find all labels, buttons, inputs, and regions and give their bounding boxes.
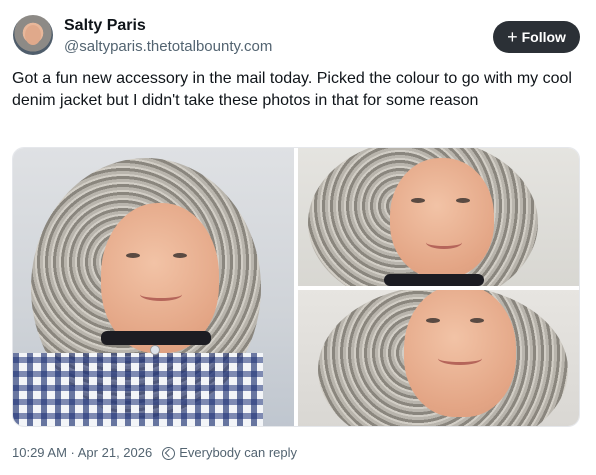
timestamp[interactable]: 10:29 AM · Apr 21, 2026 [12,445,152,461]
photo-2[interactable] [298,148,579,286]
shirt [13,353,263,426]
eye [456,198,470,203]
globe-reply-icon [162,446,176,460]
post-meta: 10:29 AM · Apr 21, 2026 Everybody can re… [12,445,297,461]
smile [140,288,182,301]
media-grid [12,147,580,427]
follow-button[interactable]: + Follow [493,21,580,53]
choker-charm [150,345,160,355]
choker [384,274,484,286]
eye [411,198,425,203]
avatar-face [25,25,41,45]
post-text: Got a fun new accessory in the mail toda… [12,70,572,109]
reply-setting: Everybody can reply [179,445,297,460]
face [390,158,494,278]
plus-icon: + [507,27,518,47]
author-handle[interactable]: @saltyparis.thetotalbounty.com [64,38,272,56]
eye [173,253,187,258]
follow-button-label: Follow [521,29,566,45]
photo-1[interactable] [13,148,294,426]
eye [126,253,140,258]
eye [470,318,484,323]
smile [438,352,482,365]
author-name[interactable]: Salty Paris [64,17,146,35]
photo-3[interactable] [298,290,579,426]
post-card: Salty Paris @saltyparis.thetotalbounty.c… [0,0,596,475]
eye [426,318,440,323]
avatar[interactable] [13,15,53,55]
smile [426,236,462,249]
choker [101,331,211,345]
